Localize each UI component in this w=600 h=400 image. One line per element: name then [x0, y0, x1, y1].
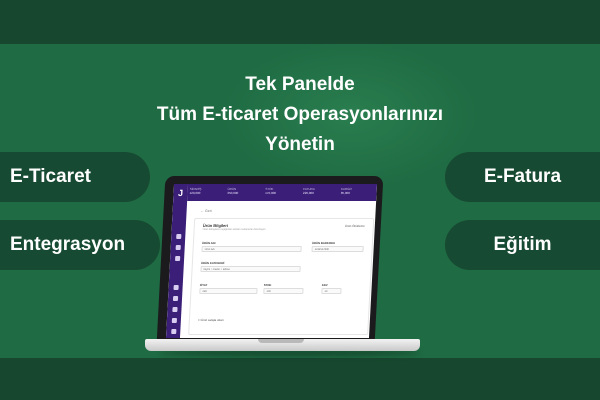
- stat-value: 170,000: [265, 191, 277, 195]
- store-icon[interactable]: [172, 296, 178, 301]
- price-label: FİYAT: [199, 283, 208, 287]
- feature-pill-efatura: E-Fatura: [445, 152, 600, 202]
- barcode-label: ÜRÜN BARKODU: [311, 241, 336, 245]
- product-card: Ürün Bilgileri Ürün detaylarını aşağıdak…: [188, 218, 375, 335]
- stat-item: STOK 170,000: [263, 184, 302, 201]
- price-field[interactable]: 249: [199, 288, 258, 294]
- vat-label: KDV: [321, 283, 328, 287]
- stat-key: SİPARİŞ: [189, 187, 202, 191]
- stat-key: STOK: [265, 187, 274, 191]
- orders-icon[interactable]: [175, 234, 181, 239]
- card-subtitle: Ürün detaylarını aşağıdaki alanları kull…: [202, 228, 266, 231]
- stat-key: FATURA: [303, 187, 315, 191]
- stat-key: ÜRÜN: [227, 187, 237, 191]
- laptop-screen: J SİPARİŞ 120,000 ÜRÜN 350,000 STOK 170,000…: [165, 184, 378, 338]
- feature-label: E-Fatura: [483, 166, 562, 187]
- chart-icon[interactable]: [171, 318, 177, 323]
- laptop-notch: [258, 339, 304, 343]
- top-band: [0, 0, 600, 44]
- stat-item: SİPARİŞ 120,000: [187, 184, 226, 201]
- bottom-band: [0, 358, 600, 400]
- category-field[interactable]: Giyim > Kadın > Elbise: [200, 266, 301, 272]
- feature-label: E-Ticaret: [10, 166, 91, 187]
- checkbox-label: Ürün satışta olsun: [201, 318, 224, 322]
- stat-item: FATURA 220,000: [301, 184, 340, 201]
- name-label: ÜRÜN ADI: [201, 241, 216, 245]
- stat-item: KARGO 85,000: [338, 184, 377, 201]
- stat-value: 85,000: [340, 191, 351, 195]
- category-label: ÜRÜN KATEGORİ: [200, 261, 225, 265]
- name-field[interactable]: Ürün Adı: [201, 246, 302, 252]
- feature-label: Entegrasyon: [10, 234, 126, 255]
- feature-label: Eğitim: [493, 234, 552, 255]
- barcode-field[interactable]: 1234567890: [311, 246, 364, 252]
- preview-link[interactable]: Ürün Önizleme: [345, 224, 365, 228]
- headline-line-2: Tüm E-ticaret Operasyonlarınızı: [156, 104, 444, 125]
- box-icon[interactable]: [171, 307, 178, 312]
- stock-field[interactable]: 100: [263, 288, 304, 294]
- stat-item: ÜRÜN 350,000: [225, 184, 264, 201]
- headline-line-3: Yönetin: [265, 134, 335, 155]
- stock-label: STOK: [263, 283, 272, 287]
- back-link[interactable]: ← Geri: [201, 209, 212, 213]
- feature-pill-eticaret: E-Ticaret: [0, 152, 150, 202]
- stat-value: 220,000: [302, 191, 314, 195]
- headline-line-1: Tek Panelde: [245, 74, 355, 95]
- app-logo: J: [177, 188, 184, 198]
- feature-pill-entegrasyon: Entegrasyon: [0, 220, 160, 270]
- app-stats-bar: SİPARİŞ 120,000 ÜRÜN 350,000 STOK 170,000 F…: [187, 184, 378, 201]
- stat-value: 350,000: [227, 191, 239, 195]
- stat-value: 120,000: [189, 191, 201, 195]
- chat-icon[interactable]: [172, 285, 179, 290]
- app-content: ← Geri Ürün Bilgileri Ürün detaylarını a…: [180, 201, 376, 338]
- headline: Tek Panelde Tüm E-ticaret Operasyonların…: [100, 70, 500, 160]
- on-sale-checkbox[interactable]: ☐ Ürün satışta olsun: [198, 318, 224, 322]
- feature-pill-egitim: Eğitim: [445, 220, 600, 270]
- products-icon[interactable]: [175, 245, 181, 250]
- stat-key: KARGO: [340, 187, 352, 191]
- vat-field[interactable]: 10: [321, 288, 342, 294]
